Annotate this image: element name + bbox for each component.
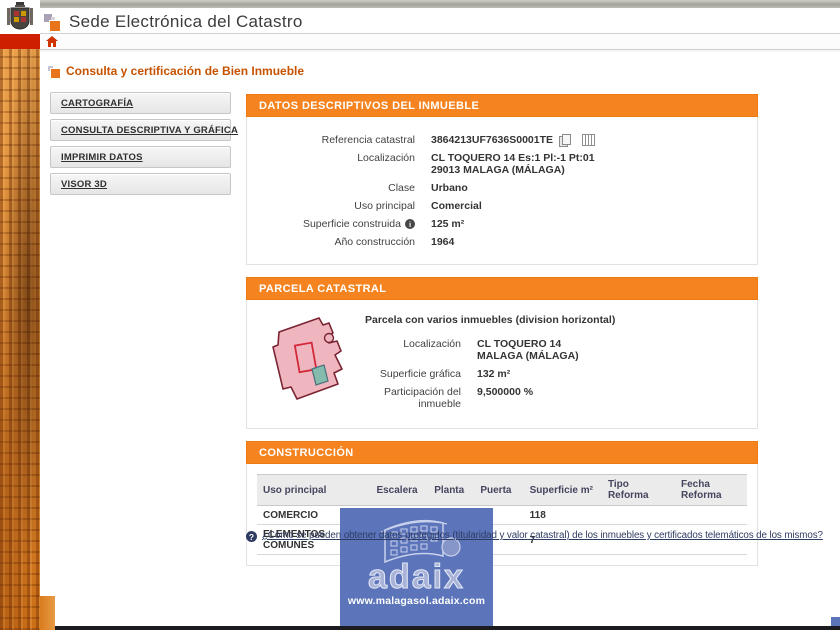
field-value: 132 m² xyxy=(477,368,511,381)
column-header: Escalera xyxy=(370,474,429,507)
field-label: Clase xyxy=(388,182,415,195)
field-value: 1964 xyxy=(431,236,455,249)
barcode-icon[interactable] xyxy=(582,134,596,147)
sidebar-item-label: CONSULTA DESCRIPTIVA Y GRÁFICA xyxy=(61,124,239,136)
sidebar-item-label: VISOR 3D xyxy=(61,178,107,190)
panel-header: DATOS DESCRIPTIVOS DEL INMUEBLE xyxy=(246,94,758,117)
field-label: Superficie construida i xyxy=(247,214,415,232)
red-accent-block xyxy=(0,34,40,49)
catastro-logo-icon xyxy=(44,13,61,32)
field-row: Localización CL TOQUERO 14 MALAGA (MÁLAG… xyxy=(365,334,749,364)
sidebar-item-visor-3d[interactable]: VISOR 3D xyxy=(50,173,231,195)
field-row: Localización CL TOQUERO 14 Es:1 Pl:-1 Pt… xyxy=(247,148,749,178)
main-content: DATOS DESCRIPTIVOS DEL INMUEBLE Referenc… xyxy=(246,94,758,578)
sidebar-item-imprimir-datos[interactable]: IMPRIMIR DATOS xyxy=(50,146,231,168)
field-label: Localización xyxy=(357,152,415,165)
field-value: 9,500000 % xyxy=(477,386,534,399)
field-label: Localización xyxy=(403,338,461,351)
column-header: Superficie m² xyxy=(523,474,602,507)
page-title: Consulta y certificación de Bien Inmuebl… xyxy=(66,64,305,78)
adaix-watermark: adaix www.malagasol.adaix.com xyxy=(340,508,493,630)
panel-datos-descriptivos: DATOS DESCRIPTIVOS DEL INMUEBLE Referenc… xyxy=(246,94,758,266)
info-icon[interactable]: i xyxy=(405,219,415,230)
field-label: Uso principal xyxy=(354,200,415,213)
field-row: Superficie gráfica 132 m² xyxy=(365,364,749,382)
column-header: Puerta xyxy=(474,474,524,507)
field-value: 3864213UF7636S0001TE xyxy=(431,130,596,148)
field-row: Año construcción 1964 xyxy=(247,232,749,250)
table-header-row: Uso principal Escalera Planta Puerta Sup… xyxy=(257,474,747,507)
spain-coat-of-arms-icon xyxy=(0,0,40,34)
field-label: Año construcción xyxy=(334,236,415,249)
sidebar-item-label: CARTOGRAFÍA xyxy=(61,97,134,109)
construction-table: Uso principal Escalera Planta Puerta Sup… xyxy=(257,474,747,556)
panel-parcela-catastral: PARCELA CATASTRAL Parcela con varios inm… xyxy=(246,277,758,430)
parcel-map-image xyxy=(272,317,343,401)
question-icon: ? xyxy=(246,531,257,542)
field-value: CL TOQUERO 14 MALAGA (MÁLAGA) xyxy=(477,338,579,363)
window-top-bar xyxy=(36,0,840,8)
app-title: Sede Electrónica del Catastro xyxy=(69,12,303,31)
home-icon[interactable] xyxy=(46,36,58,47)
field-value: 125 m² xyxy=(431,218,465,231)
sidebar-item-consulta-descriptiva[interactable]: CONSULTA DESCRIPTIVA Y GRÁFICA xyxy=(50,119,238,141)
adaix-url-text: www.malagasol.adaix.com xyxy=(347,595,486,607)
field-row: Clase Urbano xyxy=(247,178,749,196)
bottom-black-bar xyxy=(55,626,840,630)
field-row: Referencia catastral 3864213UF7636S0001T… xyxy=(247,130,749,148)
adaix-brand-text: adaix xyxy=(368,558,465,596)
sidebar-item-label: IMPRIMIR DATOS xyxy=(61,151,143,163)
copy-icon[interactable] xyxy=(559,134,572,148)
field-value: CL TOQUERO 14 Es:1 Pl:-1 Pt:01 29013 MAL… xyxy=(431,152,595,177)
section-bullet-icon xyxy=(48,65,61,79)
panel-construccion: CONSTRUCCIÓN Uso principal Escalera Plan… xyxy=(246,441,758,567)
help-link-text: ¿Cómo se pueden obtener datos protegidos… xyxy=(262,530,823,541)
table-row: COMERCIO 1 -1 01 118 xyxy=(257,505,747,526)
help-link[interactable]: ? ¿Cómo se pueden obtener datos protegid… xyxy=(246,530,838,542)
sidebar-item-cartografia[interactable]: CARTOGRAFÍA xyxy=(50,92,231,114)
column-header: Fecha Reforma xyxy=(674,474,747,507)
field-row: Uso principal Comercial xyxy=(247,196,749,214)
field-row: Superficie construida i 125 m² xyxy=(247,214,749,232)
sidebar: CARTOGRAFÍA CONSULTA DESCRIPTIVA Y GRÁFI… xyxy=(50,92,238,200)
panel-header: CONSTRUCCIÓN xyxy=(246,441,758,465)
city-background-image xyxy=(0,49,40,630)
field-label: Superficie gráfica xyxy=(379,368,461,381)
panel-header: PARCELA CATASTRAL xyxy=(246,277,758,301)
column-header: Planta xyxy=(428,474,475,507)
referencia-catastral-value: 3864213UF7636S0001TE xyxy=(431,134,554,146)
breadcrumb-bar xyxy=(40,34,840,50)
field-label: Referencia catastral xyxy=(321,134,415,146)
field-label: Participación del inmueble xyxy=(383,386,461,411)
parcel-note: Parcela con varios inmuebles (division h… xyxy=(365,314,616,327)
city-background-image-bottom xyxy=(40,596,55,630)
field-row: Participación del inmueble 9,500000 % xyxy=(365,382,749,412)
field-value: Urbano xyxy=(431,182,468,195)
field-value: Comercial xyxy=(431,200,482,213)
column-header: Tipo Reforma xyxy=(601,474,675,507)
column-header: Uso principal xyxy=(257,474,371,507)
